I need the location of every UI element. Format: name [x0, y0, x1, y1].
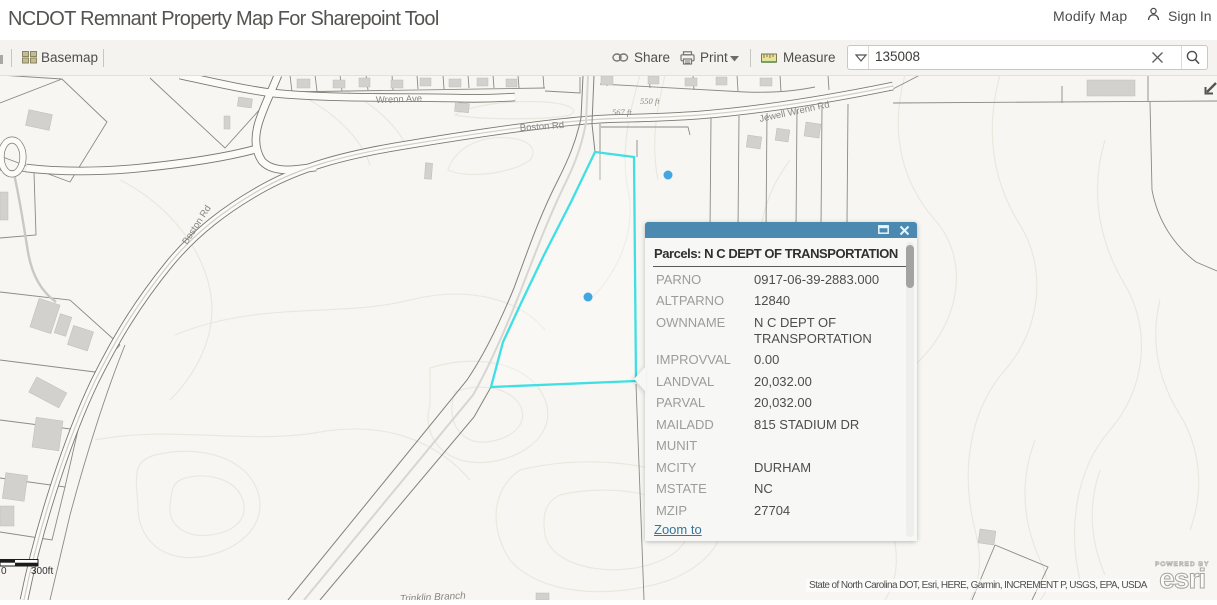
svg-text:Trinklin Branch: Trinklin Branch — [400, 591, 467, 600]
svg-text:Wrenn Ave: Wrenn Ave — [376, 93, 422, 106]
svg-text:Boston Rd: Boston Rd — [519, 120, 564, 134]
svg-text:550 ft: 550 ft — [640, 96, 660, 106]
svg-text:567 ft: 567 ft — [612, 107, 632, 117]
